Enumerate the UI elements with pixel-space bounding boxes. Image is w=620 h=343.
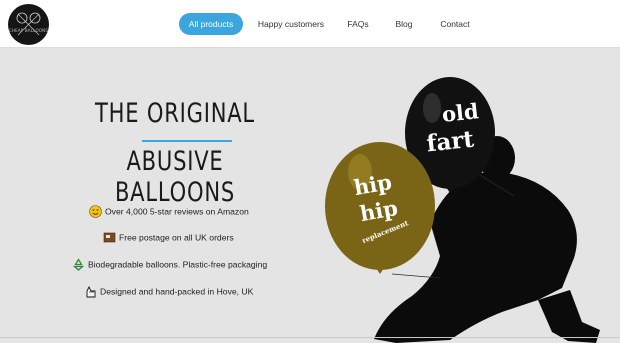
header-bar: CHEAP BALLOONS All products Happy custom… bbox=[0, 0, 620, 48]
nav-blog[interactable]: Blog bbox=[389, 13, 419, 35]
section-divider bbox=[0, 337, 620, 338]
headline-underline bbox=[142, 140, 232, 142]
balloon-text-old: old bbox=[441, 98, 480, 127]
main-nav: All products Happy customers FAQs Blog C… bbox=[0, 13, 620, 35]
headline-line-1: THE ORIGINAL bbox=[95, 98, 255, 129]
nav-faqs[interactable]: FAQs bbox=[340, 13, 376, 35]
feature-handpacked-text: Designed and hand-packed in Hove, UK bbox=[100, 286, 254, 297]
feature-handpacked: Designed and hand-packed in Hove, UK bbox=[84, 285, 253, 301]
feature-postage: Free postage on all UK orders bbox=[103, 231, 234, 247]
feature-biodegradable: Biodegradable balloons. Plastic-free pac… bbox=[72, 258, 267, 274]
feature-postage-text: Free postage on all UK orders bbox=[119, 232, 234, 243]
hero-illustration: old fart hip hip replacement bbox=[325, 77, 600, 343]
headline-line-2: ABUSIVE BALLOONS bbox=[114, 146, 236, 208]
balloon-text-fart: fart bbox=[425, 126, 475, 158]
hand-icon bbox=[86, 285, 96, 298]
star-emoji-icon bbox=[89, 205, 102, 218]
recycle-icon bbox=[72, 258, 85, 271]
feature-reviews: Over 4,000 5-star reviews on Amazon bbox=[89, 205, 249, 221]
hip-hip-replacement-balloon: hip hip replacement bbox=[325, 142, 435, 274]
nav-contact[interactable]: Contact bbox=[435, 13, 475, 35]
feature-reviews-text: Over 4,000 5-star reviews on Amazon bbox=[105, 206, 249, 217]
nav-happy-customers[interactable]: Happy customers bbox=[253, 13, 329, 35]
nav-all-products[interactable]: All products bbox=[179, 13, 243, 35]
feature-biodegradable-text: Biodegradable balloons. Plastic-free pac… bbox=[88, 259, 268, 270]
parcel-icon bbox=[103, 232, 116, 243]
